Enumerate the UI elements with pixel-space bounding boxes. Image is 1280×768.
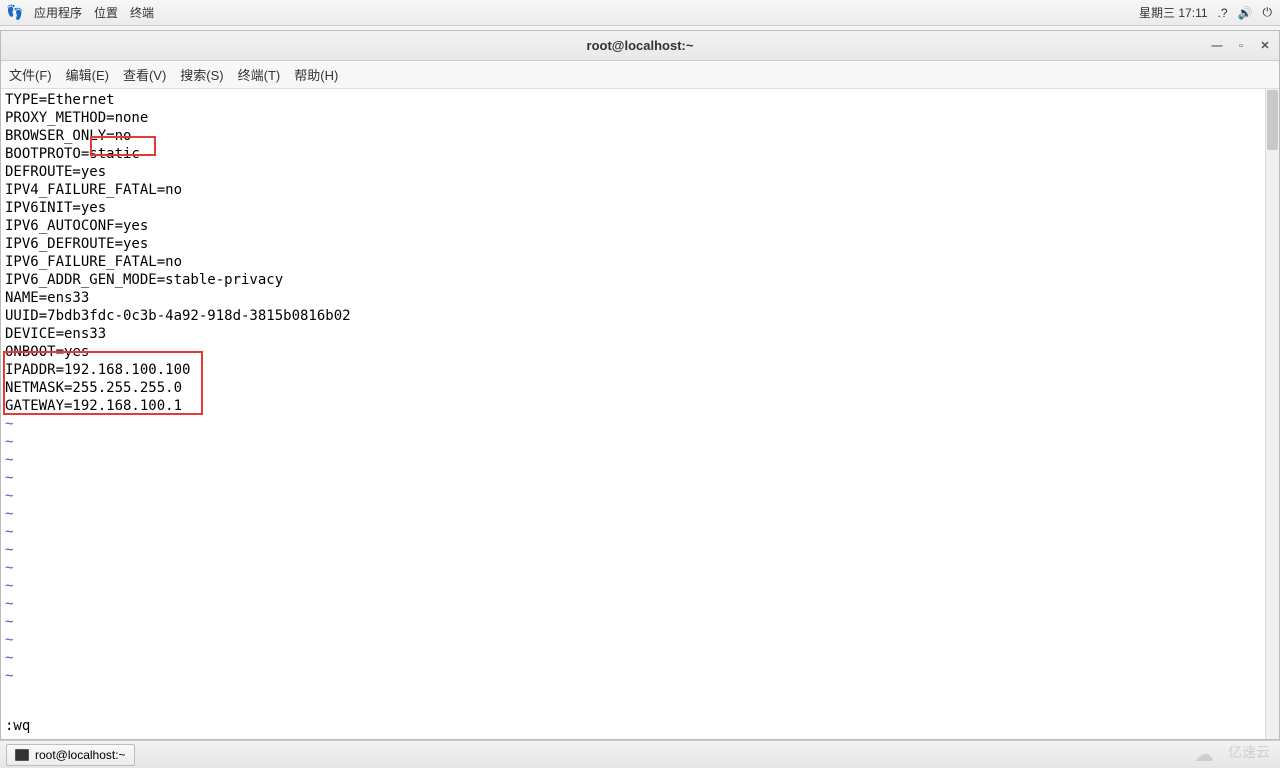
- terminal-window: root@localhost:~ — ▫ ✕ 文件(F) 编辑(E) 查看(V)…: [0, 30, 1280, 740]
- power-icon[interactable]: ⏻: [1263, 5, 1273, 20]
- config-line: BROWSER_ONLY=no: [5, 127, 1275, 145]
- config-line: NETMASK=255.255.255.0: [5, 379, 1275, 397]
- empty-line-tilde: ~: [5, 451, 1275, 469]
- top-panel: 👣 应用程序 位置 终端 星期三 17:11 .? 🔊 ⏻: [0, 0, 1280, 26]
- terminal-menu[interactable]: 终端: [130, 4, 154, 21]
- empty-line-tilde: ~: [5, 613, 1275, 631]
- scrollbar[interactable]: [1265, 89, 1279, 739]
- window-titlebar[interactable]: root@localhost:~ — ▫ ✕: [1, 31, 1279, 61]
- config-line: IPV4_FAILURE_FATAL=no: [5, 181, 1275, 199]
- close-button[interactable]: ✕: [1259, 40, 1271, 52]
- config-line: IPV6_AUTOCONF=yes: [5, 217, 1275, 235]
- taskbar-item-label: root@localhost:~: [35, 748, 126, 762]
- config-line: TYPE=Ethernet: [5, 91, 1275, 109]
- empty-line-tilde: ~: [5, 433, 1275, 451]
- config-line: IPV6INIT=yes: [5, 199, 1275, 217]
- config-line: DEVICE=ens33: [5, 325, 1275, 343]
- vim-command-line: :wq: [5, 717, 30, 735]
- config-line: IPV6_ADDR_GEN_MODE=stable-privacy: [5, 271, 1275, 289]
- places-menu[interactable]: 位置: [94, 4, 118, 21]
- menu-terminal[interactable]: 终端(T): [238, 65, 281, 84]
- datetime-label[interactable]: 星期三 17:11: [1139, 4, 1207, 21]
- config-line: IPV6_FAILURE_FATAL=no: [5, 253, 1275, 271]
- empty-line-tilde: ~: [5, 505, 1275, 523]
- taskbar-item-terminal[interactable]: root@localhost:~: [6, 744, 135, 766]
- empty-line-tilde: ~: [5, 487, 1275, 505]
- config-line: DEFROUTE=yes: [5, 163, 1275, 181]
- maximize-button[interactable]: ▫: [1235, 40, 1247, 52]
- menu-edit[interactable]: 编辑(E): [66, 65, 109, 84]
- menu-file[interactable]: 文件(F): [9, 65, 52, 84]
- apps-menu[interactable]: 应用程序: [34, 4, 82, 21]
- empty-line-tilde: ~: [5, 667, 1275, 685]
- terminal-icon: [15, 749, 29, 761]
- empty-line-tilde: ~: [5, 523, 1275, 541]
- config-line: PROXY_METHOD=none: [5, 109, 1275, 127]
- menu-help[interactable]: 帮助(H): [294, 65, 338, 84]
- gnome-foot-icon: 👣: [8, 6, 22, 20]
- bottom-taskbar: root@localhost:~: [0, 740, 1280, 768]
- volume-icon[interactable]: 🔊: [1238, 6, 1253, 20]
- config-line: ONBOOT=yes: [5, 343, 1275, 361]
- config-line: IPV6_DEFROUTE=yes: [5, 235, 1275, 253]
- menu-view[interactable]: 查看(V): [123, 65, 166, 84]
- minimize-button[interactable]: —: [1211, 40, 1223, 52]
- empty-line-tilde: ~: [5, 649, 1275, 667]
- scrollbar-thumb[interactable]: [1267, 90, 1278, 150]
- menu-search[interactable]: 搜索(S): [180, 65, 223, 84]
- menubar: 文件(F) 编辑(E) 查看(V) 搜索(S) 终端(T) 帮助(H): [1, 61, 1279, 89]
- empty-line-tilde: ~: [5, 541, 1275, 559]
- empty-line-tilde: ~: [5, 559, 1275, 577]
- help-icon[interactable]: .?: [1218, 6, 1228, 20]
- config-line: UUID=7bdb3fdc-0c3b-4a92-918d-3815b0816b0…: [5, 307, 1275, 325]
- empty-line-tilde: ~: [5, 415, 1275, 433]
- empty-line-tilde: ~: [5, 577, 1275, 595]
- empty-line-tilde: ~: [5, 469, 1275, 487]
- empty-line-tilde: ~: [5, 631, 1275, 649]
- empty-line-tilde: ~: [5, 595, 1275, 613]
- window-title: root@localhost:~: [587, 38, 694, 53]
- config-line: BOOTPROTO=static: [5, 145, 1275, 163]
- config-line: GATEWAY=192.168.100.1: [5, 397, 1275, 415]
- terminal-content[interactable]: TYPE=EthernetPROXY_METHOD=noneBROWSER_ON…: [1, 89, 1279, 739]
- config-line: IPADDR=192.168.100.100: [5, 361, 1275, 379]
- config-line: NAME=ens33: [5, 289, 1275, 307]
